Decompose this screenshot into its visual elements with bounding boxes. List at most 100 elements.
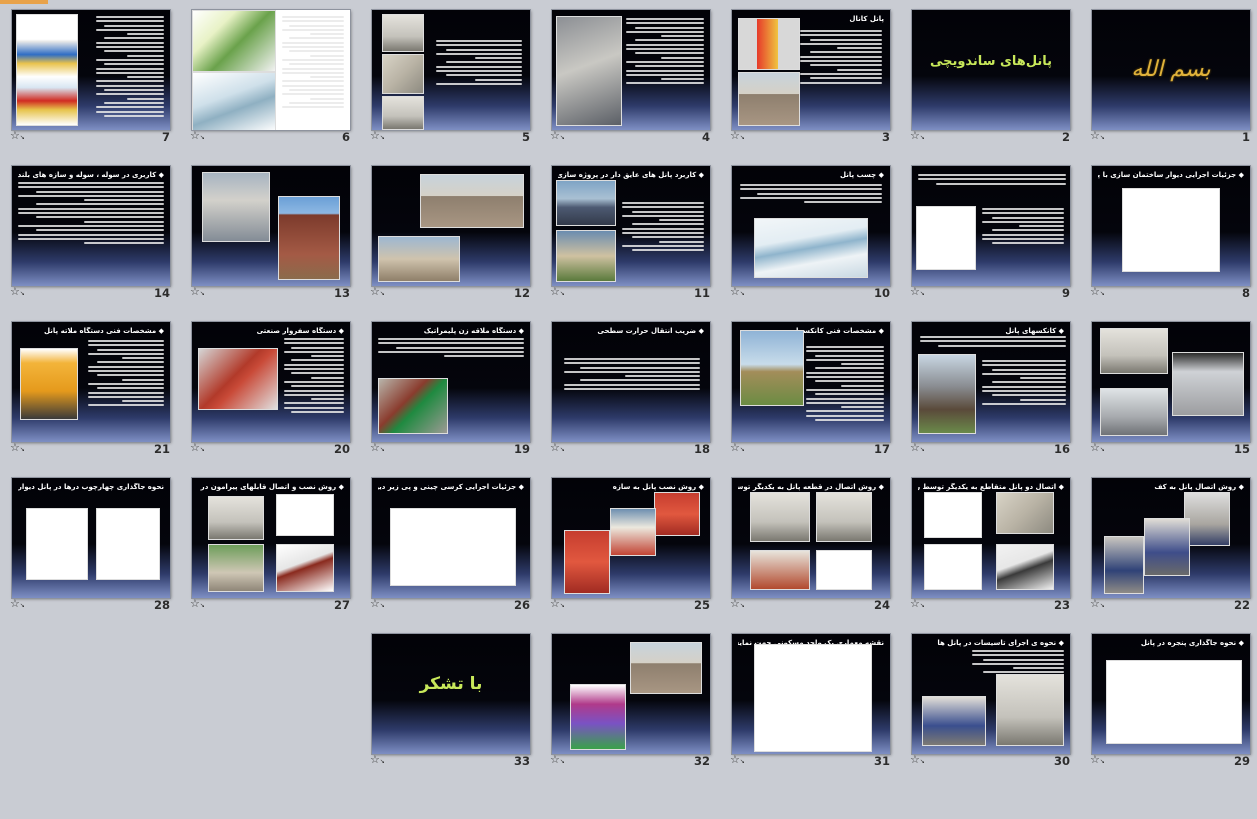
slide-thumbnail-2[interactable]: پانل‌های ساندویچی ☆↘ 2 [906, 0, 1086, 156]
slide-preview[interactable]: پانل‌های ساندویچی [912, 10, 1070, 130]
slide-thumbnail-20[interactable]: ◆ دستگاه سفروار صنعتی ☆↘ 20 [186, 312, 366, 468]
star-icon[interactable]: ☆↘ [1090, 754, 1105, 768]
star-icon[interactable]: ☆↘ [550, 130, 565, 144]
star-icon[interactable]: ☆↘ [550, 286, 565, 300]
slide-preview[interactable]: ◆ نحوه جاگذاری پنجره در پانل [1092, 634, 1250, 754]
star-icon[interactable]: ☆↘ [190, 130, 205, 144]
star-icon[interactable]: ☆↘ [1090, 130, 1105, 144]
slide-preview[interactable] [192, 166, 350, 286]
star-icon[interactable]: ☆↘ [190, 442, 205, 456]
slide-preview[interactable]: ◆ روش نصب پانل به سازه [552, 478, 710, 598]
star-icon[interactable]: ☆↘ [1090, 286, 1105, 300]
slide-preview[interactable]: ◆ کاربری در سوله ، سوله و سازه های بلند [12, 166, 170, 286]
slide-thumbnail-26[interactable]: ◆ جزئیات اجرایی کرسی چینی و پی زیر دیوار… [366, 468, 546, 624]
slide-thumbnail-13[interactable]: ☆↘ 13 [186, 156, 366, 312]
star-icon[interactable]: ☆↘ [730, 754, 745, 768]
star-icon[interactable]: ☆↘ [190, 286, 205, 300]
slide-thumbnail-1[interactable]: بسم الله ☆↘ 1 [1086, 0, 1257, 156]
slide-preview[interactable]: ◆ روش نصب و اتصال قابلهای پیرامون در و پ… [192, 478, 350, 598]
slide-preview[interactable]: ◆ دستگاه ملاقه زن پلیمراتیک [372, 322, 530, 442]
slide-preview[interactable]: با تشکر [372, 634, 530, 754]
slide-preview[interactable]: ◆ چسب پانل [732, 166, 890, 286]
star-icon[interactable]: ☆↘ [550, 754, 565, 768]
slide-thumbnail-27[interactable]: ◆ روش نصب و اتصال قابلهای پیرامون در و پ… [186, 468, 366, 624]
slide-preview[interactable]: ◆ کانکسهای پانل [912, 322, 1070, 442]
slide-preview[interactable] [912, 166, 1070, 286]
slide-thumbnail-3[interactable]: پانل کانال ☆↘ 3 [726, 0, 906, 156]
slide-thumbnail-29[interactable]: ◆ نحوه جاگذاری پنجره در پانل ☆↘ 29 [1086, 624, 1257, 780]
slide-thumbnail-25[interactable]: ◆ روش نصب پانل به سازه ☆↘ 25 [546, 468, 726, 624]
slide-thumbnail-15[interactable]: ☆↘ 15 [1086, 312, 1257, 468]
slide-thumbnail-14[interactable]: ◆ کاربری در سوله ، سوله و سازه های بلند ☆… [6, 156, 186, 312]
star-icon[interactable]: ☆↘ [370, 442, 385, 456]
slide-preview[interactable] [1092, 322, 1250, 442]
star-icon[interactable]: ☆↘ [910, 754, 925, 768]
slide-preview[interactable]: ◆ کاربرد پانل های عایق دار در پروژه سازی [552, 166, 710, 286]
slide-thumbnail-18[interactable]: ◆ ضریب انتقال حرارت سطحی ☆↘ 18 [546, 312, 726, 468]
star-icon[interactable]: ☆↘ [910, 286, 925, 300]
slide-thumbnail-24[interactable]: ◆ روش اتصال در قطعه پانل به یکدیگر توسط … [726, 468, 906, 624]
slide-thumbnail-28[interactable]: نحوه جاگذاری چهارچوب درها در پانل دیواری… [6, 468, 186, 624]
slide-preview[interactable]: ◆ جزئیات اجرایی دیوار ساختمان سازی با پا… [1092, 166, 1250, 286]
slide-thumbnail-19[interactable]: ◆ دستگاه ملاقه زن پلیمراتیک ☆↘ 19 [366, 312, 546, 468]
slide-preview[interactable] [552, 634, 710, 754]
slide-preview[interactable] [12, 10, 170, 130]
slide-preview[interactable]: پانل کانال [732, 10, 890, 130]
star-icon[interactable]: ☆↘ [550, 598, 565, 612]
slide-thumbnail-7[interactable]: ☆↘ 7 [6, 0, 186, 156]
star-icon[interactable]: ☆↘ [730, 286, 745, 300]
star-icon[interactable]: ☆↘ [370, 130, 385, 144]
star-icon[interactable]: ☆↘ [910, 442, 925, 456]
slide-thumbnail-30[interactable]: ◆ نحوه ی اجرای تاسیسات در پانل ها ☆↘ 30 [906, 624, 1086, 780]
star-icon[interactable]: ☆↘ [1090, 442, 1105, 456]
slide-thumbnail-21[interactable]: ◆ مشخصات فنی دستگاه ملاته پانل ☆↘ 21 [6, 312, 186, 468]
star-icon[interactable]: ☆↘ [370, 286, 385, 300]
slide-preview[interactable] [372, 10, 530, 130]
star-icon[interactable]: ☆↘ [370, 754, 385, 768]
slide-thumbnail-8[interactable]: ◆ جزئیات اجرایی دیوار ساختمان سازی با پا… [1086, 156, 1257, 312]
slide-preview[interactable]: ◆ روش اتصال پانل به کف [1092, 478, 1250, 598]
star-icon[interactable]: ☆↘ [910, 598, 925, 612]
slide-thumbnail-10[interactable]: ◆ چسب پانل ☆↘ 10 [726, 156, 906, 312]
slide-preview[interactable]: ◆ اتصال دو پانل متقاطع به یکدیگر توسط رو… [912, 478, 1070, 598]
transition-indicator-small: ↘ [19, 446, 25, 453]
slide-preview[interactable]: نقشه معماری یک واحد مسکونی جهت نمایش نحو… [732, 634, 890, 754]
star-icon[interactable]: ☆↘ [190, 598, 205, 612]
slide-preview[interactable]: ◆ مشخصات فنی کانکسها [732, 322, 890, 442]
star-icon[interactable]: ☆↘ [730, 130, 745, 144]
slide-thumbnail-9[interactable]: ☆↘ 9 [906, 156, 1086, 312]
slide-preview[interactable]: ◆ جزئیات اجرایی کرسی چینی و پی زیر دیوار… [372, 478, 530, 598]
star-icon[interactable]: ☆↘ [1090, 598, 1105, 612]
slide-thumbnail-32[interactable]: ☆↘ 32 [546, 624, 726, 780]
slide-thumbnail-33[interactable]: با تشکر ☆↘ 33 [366, 624, 546, 780]
star-icon[interactable]: ☆↘ [10, 286, 25, 300]
slide-preview[interactable]: ◆ روش اتصال در قطعه پانل به یکدیگر توسط … [732, 478, 890, 598]
star-icon[interactable]: ☆↘ [910, 130, 925, 144]
slide-preview[interactable] [552, 10, 710, 130]
slide-thumbnail-4[interactable]: ☆↘ 4 [546, 0, 726, 156]
star-icon[interactable]: ☆↘ [10, 442, 25, 456]
slide-preview[interactable]: ◆ مشخصات فنی دستگاه ملاته پانل [12, 322, 170, 442]
slide-preview[interactable]: بسم الله [1092, 10, 1250, 130]
star-icon[interactable]: ☆↘ [370, 598, 385, 612]
star-icon[interactable]: ☆↘ [730, 598, 745, 612]
slide-thumbnail-17[interactable]: ◆ مشخصات فنی کانکسها ☆↘ 17 [726, 312, 906, 468]
star-icon[interactable]: ☆↘ [730, 442, 745, 456]
slide-preview[interactable]: نحوه جاگذاری چهارچوب درها در پانل دیواری [12, 478, 170, 598]
slide-thumbnail-23[interactable]: ◆ اتصال دو پانل متقاطع به یکدیگر توسط رو… [906, 468, 1086, 624]
slide-preview[interactable]: ◆ ضریب انتقال حرارت سطحی [552, 322, 710, 442]
slide-thumbnail-22[interactable]: ◆ روش اتصال پانل به کف ☆↘ 22 [1086, 468, 1257, 624]
slide-thumbnail-16[interactable]: ◆ کانکسهای پانل ☆↘ 16 [906, 312, 1086, 468]
slide-preview[interactable]: ◆ نحوه ی اجرای تاسیسات در پانل ها [912, 634, 1070, 754]
slide-preview[interactable]: ◆ دستگاه سفروار صنعتی [192, 322, 350, 442]
star-icon[interactable]: ☆↘ [10, 598, 25, 612]
slide-preview[interactable] [372, 166, 530, 286]
slide-thumbnail-5[interactable]: ☆↘ 5 [366, 0, 546, 156]
slide-thumbnail-6[interactable]: ☆↘ 6 [186, 0, 366, 156]
slide-preview[interactable] [192, 10, 350, 130]
slide-thumbnail-11[interactable]: ◆ کاربرد پانل های عایق دار در پروژه سازی… [546, 156, 726, 312]
star-icon[interactable]: ☆↘ [550, 442, 565, 456]
star-icon[interactable]: ☆↘ [10, 130, 25, 144]
slide-thumbnail-12[interactable]: ☆↘ 12 [366, 156, 546, 312]
slide-thumbnail-31[interactable]: نقشه معماری یک واحد مسکونی جهت نمایش نحو… [726, 624, 906, 780]
